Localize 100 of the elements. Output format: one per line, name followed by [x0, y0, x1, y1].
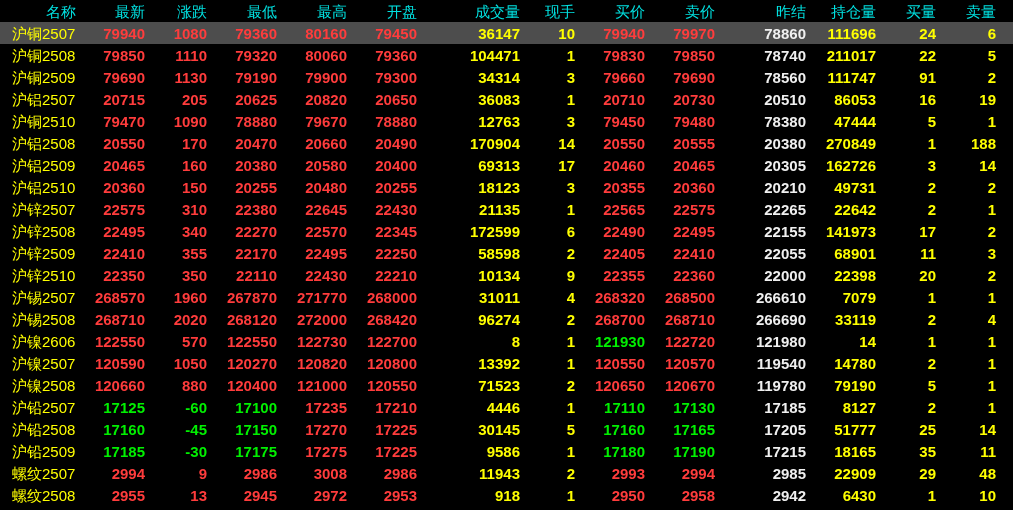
column-header[interactable]: 最新	[115, 3, 145, 19]
quote-value: 7079	[842, 289, 876, 305]
quote-value: 120650	[594, 377, 645, 393]
quote-value: 17160	[603, 421, 645, 437]
quote-row[interactable]: 沪镍2508 120660 880 120400 121000 120550 71523 2 120650 120670 119780 79190 5 1	[0, 374, 1013, 396]
quote-value: 11	[980, 443, 996, 459]
quote-value: 104471	[469, 47, 520, 63]
quote-value: 1	[987, 333, 996, 349]
quote-value: 266690	[755, 311, 806, 327]
quote-value: 79690	[673, 69, 715, 85]
quote-value: 10	[979, 487, 996, 503]
quote-value: 79480	[673, 113, 715, 129]
quote-value: 1	[566, 91, 575, 107]
column-header[interactable]: 昨结	[776, 3, 806, 19]
quote-value: 268120	[226, 311, 277, 327]
quote-value: 120570	[664, 355, 715, 371]
quote-value: 22350	[103, 267, 145, 283]
quote-value: 13	[190, 487, 207, 503]
quote-row[interactable]: 沪镍2507 120590 1050 120270 120820 120800 13392 1 120550 120570 119540 14780 2 1	[0, 352, 1013, 374]
quote-value: 78380	[764, 113, 806, 129]
quote-value: 211017	[826, 47, 876, 63]
quote-value: 162726	[825, 157, 876, 173]
quote-row[interactable]: 沪铅2508 17160 -45 17150 17270 17225 30145 5 17160 17165 17205 51777 25 14	[0, 418, 1013, 440]
column-header[interactable]: 涨跌	[177, 3, 207, 19]
quote-value: 17	[558, 157, 575, 173]
quote-value: 1	[566, 201, 575, 217]
quote-value: 160	[181, 157, 207, 173]
quote-row[interactable]: 沪铜2508 79850 1110 79320 80060 79360 104471 1 79830 79850 78740 211017 22 5	[0, 44, 1013, 66]
column-header[interactable]: 卖价	[685, 3, 715, 19]
quote-value: 5	[927, 377, 936, 393]
quote-value: 310	[181, 201, 207, 217]
quote-value: 141973	[825, 223, 876, 239]
contract-name: 沪锌2507	[12, 201, 76, 217]
quote-value: 2955	[111, 487, 145, 503]
quote-row[interactable]: 螺纹2508 2955 13 2945 2972 2953 918 1 2950 2958 2942 6430 1 10	[0, 484, 1013, 506]
quote-value: 22410	[673, 245, 715, 261]
quote-row[interactable]: 沪锡2507 268570 1960 267870 271770 268000 31011 4 268320 268500 266610 7079 1 1	[0, 286, 1013, 308]
quote-value: 6430	[842, 487, 876, 503]
contract-name: 沪铜2507	[12, 25, 76, 41]
quote-value: 2	[927, 355, 936, 371]
quote-value: 10134	[478, 267, 520, 283]
quote-row[interactable]: 沪铜2507 79940 1080 79360 80160 79450 36147 10 79940 79970 78860 111696 24 6	[0, 22, 1013, 44]
quote-value: 1960	[173, 289, 207, 305]
column-header[interactable]: 最低	[247, 3, 277, 19]
column-header[interactable]: 最高	[317, 3, 347, 19]
contract-name: 沪铜2508	[12, 47, 76, 63]
quote-value: 340	[181, 223, 207, 239]
column-header[interactable]: 成交量	[475, 3, 520, 19]
quote-value: 121000	[296, 377, 347, 393]
quote-row[interactable]: 沪锌2508 22495 340 22270 22570 22345 172599 6 22490 22495 22155 141973 17 2	[0, 220, 1013, 242]
column-header[interactable]: 开盘	[387, 3, 417, 19]
quote-value: 24	[919, 25, 936, 41]
quote-value: 121980	[755, 333, 806, 349]
quote-row[interactable]: 沪铅2507 17125 -60 17100 17235 17210 4446 1 17110 17130 17185 8127 2 1	[0, 396, 1013, 418]
quote-value: 17150	[235, 421, 277, 437]
quote-value: 2994	[681, 465, 715, 481]
quote-value: 22380	[235, 201, 277, 217]
quote-value: 22360	[673, 267, 715, 283]
quote-value: 272000	[296, 311, 347, 327]
quote-row[interactable]: 沪镍2606 122550 570 122550 122730 122700 8 1 121930 122720 121980 14 1 1	[0, 330, 1013, 352]
quote-value: 22000	[764, 267, 806, 283]
column-header[interactable]: 持仓量	[831, 3, 876, 19]
quote-value: 20710	[603, 91, 645, 107]
quote-value: 48	[979, 465, 996, 481]
quote-row[interactable]: 沪铝2510 20360 150 20255 20480 20255 18123 3 20355 20360 20210 49731 2 2	[0, 176, 1013, 198]
column-header[interactable]: 名称	[46, 3, 76, 19]
quote-row[interactable]: 沪铝2508 20550 170 20470 20660 20490 170904 14 20550 20555 20380 270849 1 188	[0, 132, 1013, 154]
column-header[interactable]: 买量	[906, 3, 936, 19]
quote-value: 22645	[305, 201, 347, 217]
contract-name: 沪镍2508	[12, 377, 76, 393]
quote-row[interactable]: 沪铅2509 17185 -30 17175 17275 17225 9586 1 17180 17190 17215 18165 35 11	[0, 440, 1013, 462]
quote-value: 79850	[673, 47, 715, 63]
column-header[interactable]: 买价	[615, 3, 645, 19]
quote-value: 20460	[603, 157, 645, 173]
quote-row[interactable]: 沪锡2508 268710 2020 268120 272000 268420 96274 2 268700 268710 266690 33119 2 4	[0, 308, 1013, 330]
quote-row[interactable]: 沪铜2510 79470 1090 78880 79670 78880 12763 3 79450 79480 78380 47444 5 1	[0, 110, 1013, 132]
quote-row[interactable]: 沪铜2509 79690 1130 79190 79900 79300 34314 3 79660 79690 78560 111747 91 2	[0, 66, 1013, 88]
quote-value: 17225	[375, 443, 417, 459]
column-header[interactable]: 卖量	[966, 3, 996, 19]
quote-value: 1110	[175, 47, 207, 63]
quote-row[interactable]: 沪锌2509 22410 355 22170 22495 22250 58598 2 22405 22410 22055 68901 11 3	[0, 242, 1013, 264]
contract-name: 沪铅2507	[12, 399, 76, 415]
quote-value: 8	[511, 333, 520, 349]
quote-row[interactable]: 沪锌2510 22350 350 22110 22430 22210 10134 9 22355 22360 22000 22398 20 2	[0, 264, 1013, 286]
column-header[interactable]: 现手	[545, 3, 575, 19]
contract-name: 沪铝2510	[12, 179, 76, 195]
quote-row[interactable]: 沪锌2507 22575 310 22380 22645 22430 21135 1 22565 22575 22265 22642 2 1	[0, 198, 1013, 220]
quote-value: 22575	[103, 201, 145, 217]
contract-name: 沪锌2510	[12, 267, 76, 283]
contract-name: 螺纹2508	[12, 487, 76, 503]
quote-value: 120670	[664, 377, 715, 393]
quote-value: 5	[927, 113, 936, 129]
quote-row[interactable]: 沪铝2509 20465 160 20380 20580 20400 69313 17 20460 20465 20305 162726 3 14	[0, 154, 1013, 176]
quote-row[interactable]: 沪铝2507 20715 205 20625 20820 20650 36083 1 20710 20730 20510 86053 16 19	[0, 88, 1013, 110]
quote-value: 17100	[235, 399, 277, 415]
quote-value: 3	[566, 179, 575, 195]
quote-value: 68901	[834, 245, 876, 261]
quote-row[interactable]: 螺纹2507 2994 9 2986 3008 2986 11943 2 2993 2994 2985 22909 29 48	[0, 462, 1013, 484]
quote-value: 122730	[296, 333, 347, 349]
quote-value: 1	[566, 443, 575, 459]
